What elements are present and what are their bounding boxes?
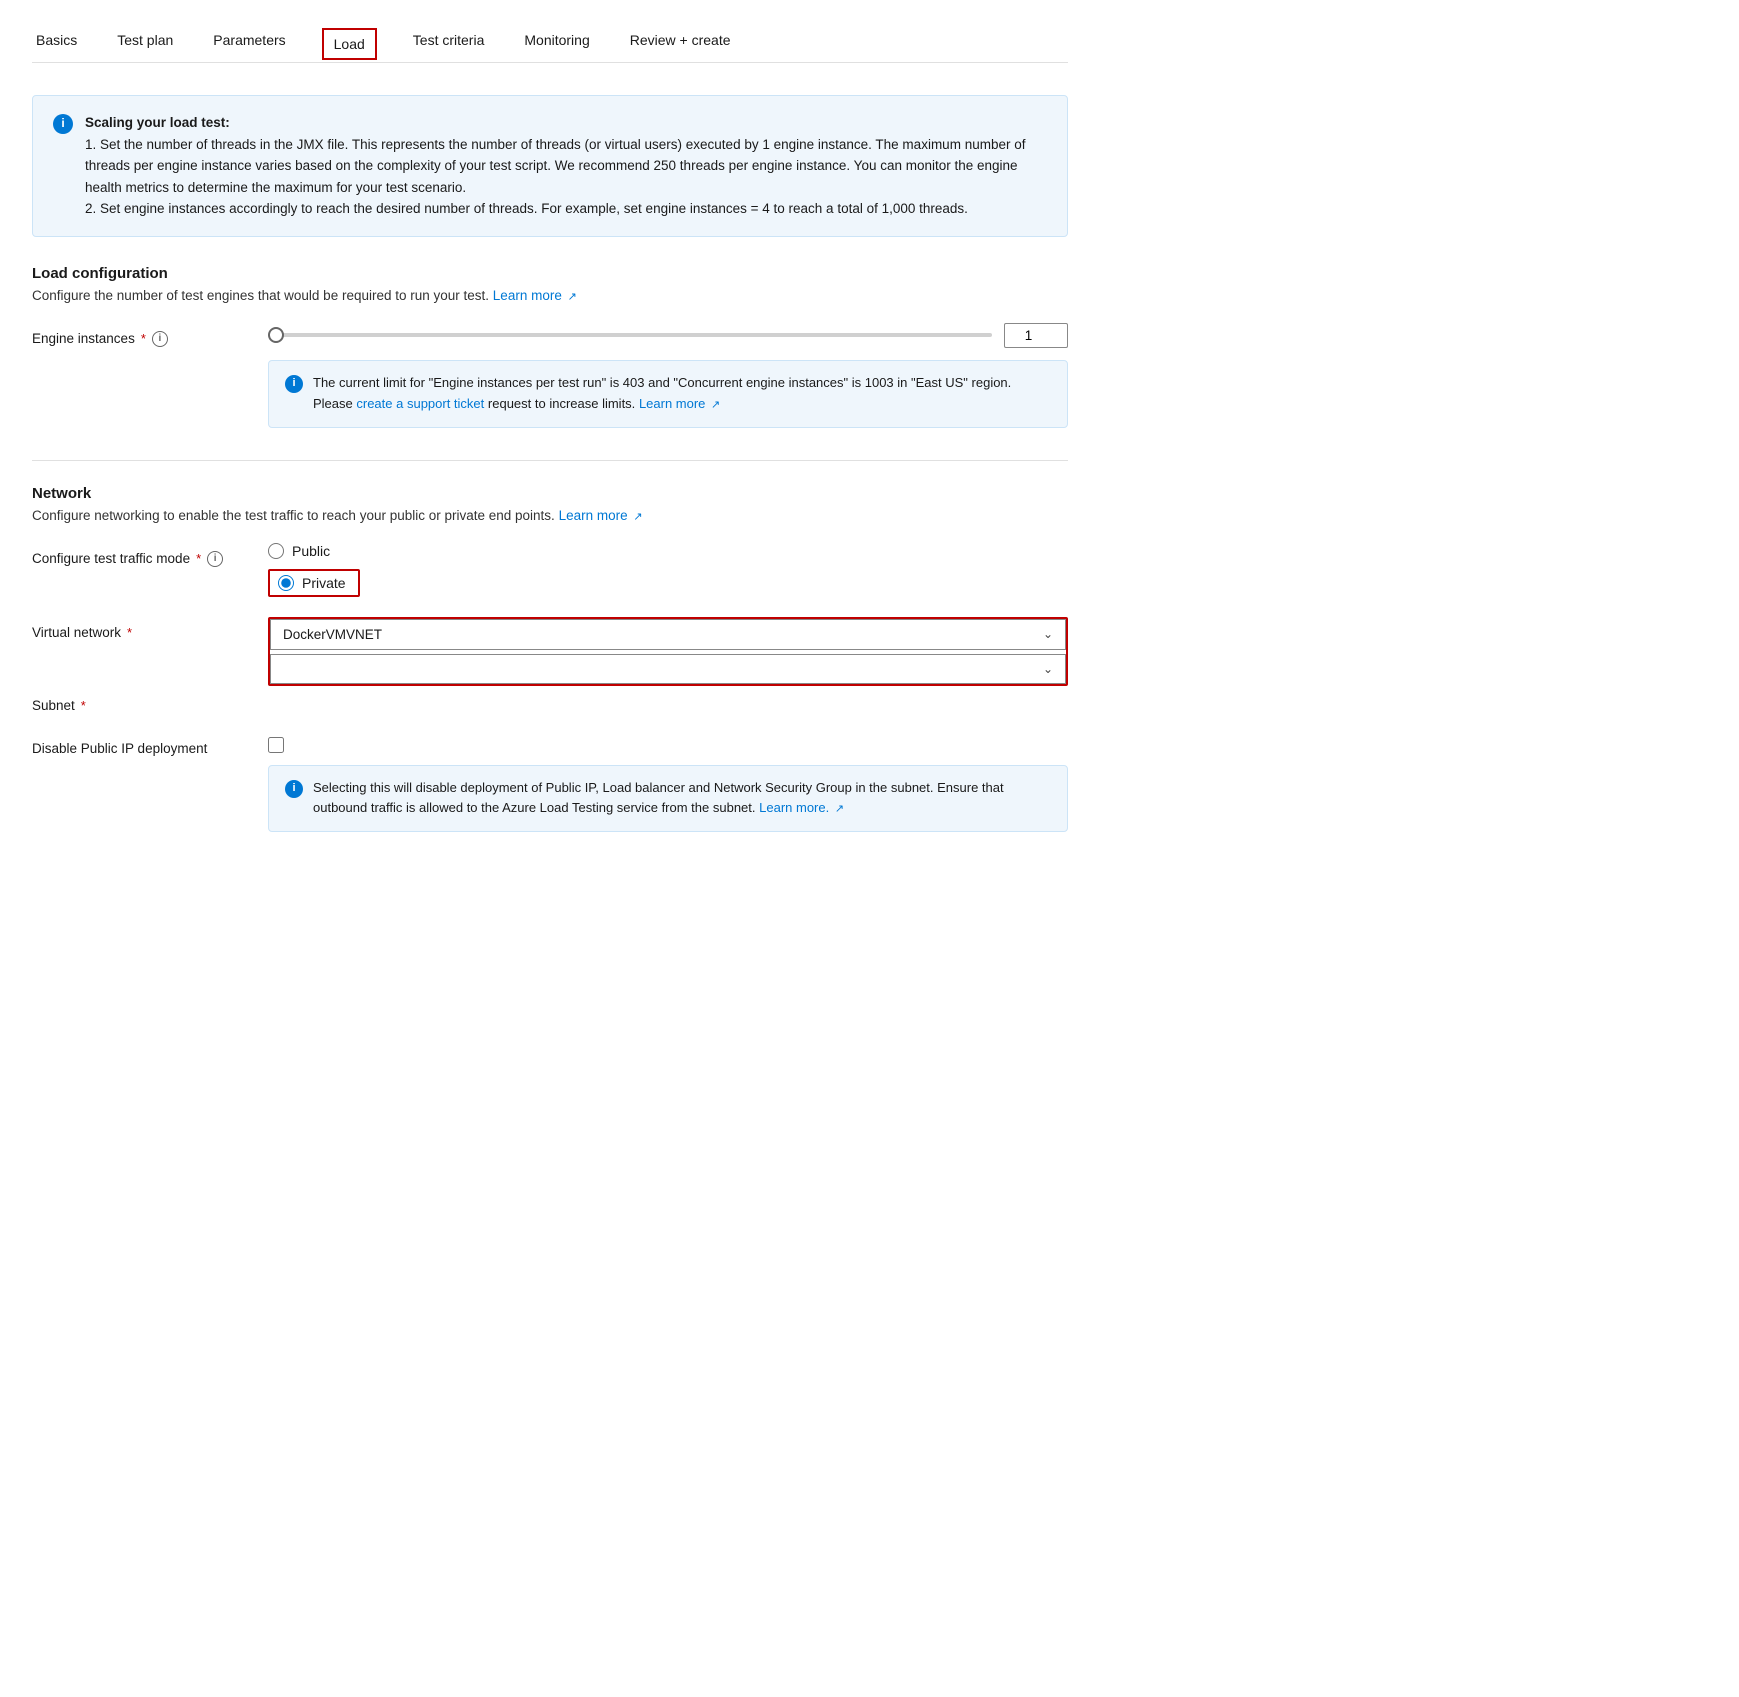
info-icon: i (53, 114, 73, 134)
subnet-separator (270, 649, 1066, 650)
required-marker-vnet: * (127, 625, 132, 640)
tab-test-criteria[interactable]: Test criteria (409, 24, 489, 62)
load-configuration-title: Load configuration (32, 265, 1068, 282)
traffic-mode-info-icon[interactable]: i (207, 551, 223, 567)
scaling-info-line1: 1. Set the number of threads in the JMX … (85, 137, 1025, 195)
engine-instances-info-icon[interactable]: i (152, 331, 168, 347)
required-marker: * (141, 331, 146, 346)
load-configuration-learn-more[interactable]: Learn more ↗ (493, 288, 577, 303)
traffic-mode-radio-group: Public Private (268, 543, 1068, 597)
slider-track[interactable] (268, 333, 992, 337)
required-marker-subnet: * (81, 698, 86, 713)
virtual-network-control: DockerVMVNET ⌄ ⌄ (268, 617, 1068, 686)
traffic-mode-control: Public Private (268, 543, 1068, 597)
slider-thumb[interactable] (268, 327, 284, 343)
external-link-icon: ↗ (568, 290, 577, 303)
disable-learn-more-link[interactable]: Learn more. ↗ (759, 800, 844, 815)
traffic-mode-label: Configure test traffic mode * i (32, 543, 252, 567)
tabs-container: Basics Test plan Parameters Load Test cr… (32, 24, 1068, 63)
network-title: Network (32, 485, 1068, 502)
section-divider (32, 460, 1068, 461)
disable-note-text: Selecting this will disable deployment o… (313, 778, 1051, 820)
disable-public-ip-row: Disable Public IP deployment i Selecting… (32, 733, 1068, 833)
virtual-network-row: Virtual network * DockerVMVNET ⌄ ⌄ (32, 617, 1068, 686)
load-configuration-section: Load configuration Configure the number … (32, 265, 1068, 428)
subnet-dropdown[interactable]: ⌄ (270, 654, 1066, 684)
required-marker-traffic: * (196, 551, 201, 566)
tab-monitoring[interactable]: Monitoring (520, 24, 593, 62)
scaling-info-text: Scaling your load test: 1. Set the numbe… (85, 112, 1047, 220)
radio-private-wrapper: Private (268, 569, 360, 597)
disable-public-ip-note: i Selecting this will disable deployment… (268, 765, 1068, 833)
external-link-icon-3: ↗ (633, 510, 642, 523)
tab-parameters[interactable]: Parameters (209, 24, 289, 62)
radio-private-label: Private (302, 575, 346, 591)
engine-instances-label: Engine instances * i (32, 323, 252, 347)
traffic-mode-row: Configure test traffic mode * i Public P… (32, 543, 1068, 597)
tab-review-create[interactable]: Review + create (626, 24, 735, 62)
disable-public-ip-checkbox-group (268, 733, 1068, 753)
disable-public-ip-control: i Selecting this will disable deployment… (268, 733, 1068, 833)
tab-navigation: Basics Test plan Parameters Load Test cr… (32, 24, 1068, 63)
network-section: Network Configure networking to enable t… (32, 485, 1068, 833)
external-link-icon-4: ↗ (835, 801, 844, 819)
slider-row (268, 323, 1068, 348)
external-link-icon-2: ↗ (711, 397, 720, 415)
scaling-info-title: Scaling your load test: (85, 115, 230, 130)
tab-load[interactable]: Load (322, 28, 377, 60)
engine-limit-note: i The current limit for "Engine instance… (268, 360, 1068, 428)
load-configuration-desc: Configure the number of test engines tha… (32, 288, 1068, 303)
disable-note-info-icon: i (285, 780, 303, 798)
virtual-network-value: DockerVMVNET (283, 627, 382, 642)
virtual-network-chevron-icon: ⌄ (1043, 627, 1053, 641)
scaling-info-line2: 2. Set engine instances accordingly to r… (85, 201, 968, 216)
note-info-icon: i (285, 375, 303, 393)
tab-basics[interactable]: Basics (32, 24, 81, 62)
radio-private-input[interactable] (278, 575, 294, 591)
virtual-network-dropdown[interactable]: DockerVMVNET ⌄ (270, 619, 1066, 649)
network-learn-more[interactable]: Learn more ↗ (559, 508, 643, 523)
tab-test-plan[interactable]: Test plan (113, 24, 177, 62)
network-desc: Configure networking to enable the test … (32, 508, 1068, 523)
engine-instances-input[interactable] (1004, 323, 1068, 348)
subnet-chevron-icon: ⌄ (1043, 662, 1053, 676)
scaling-info-box: i Scaling your load test: 1. Set the num… (32, 95, 1068, 237)
subnet-label: Subnet * (32, 690, 252, 713)
disable-public-ip-checkbox[interactable] (268, 737, 284, 753)
radio-public-label: Public (292, 543, 330, 559)
note-text-content: The current limit for "Engine instances … (313, 373, 1051, 415)
disable-public-ip-label: Disable Public IP deployment (32, 733, 252, 756)
engine-instances-row: Engine instances * i i The current limit… (32, 323, 1068, 428)
virtual-network-label: Virtual network * (32, 617, 252, 640)
radio-public-input[interactable] (268, 543, 284, 559)
radio-private-wrapper-label[interactable]: Private (268, 569, 1068, 597)
radio-public[interactable]: Public (268, 543, 1068, 559)
engine-learn-more-link[interactable]: Learn more ↗ (639, 396, 720, 411)
engine-instances-control: i The current limit for "Engine instance… (268, 323, 1068, 428)
network-dropdowns-wrapper: DockerVMVNET ⌄ ⌄ (268, 617, 1068, 686)
subnet-label-row: Subnet * (32, 690, 1068, 713)
create-support-ticket-link[interactable]: create a support ticket (356, 396, 484, 411)
